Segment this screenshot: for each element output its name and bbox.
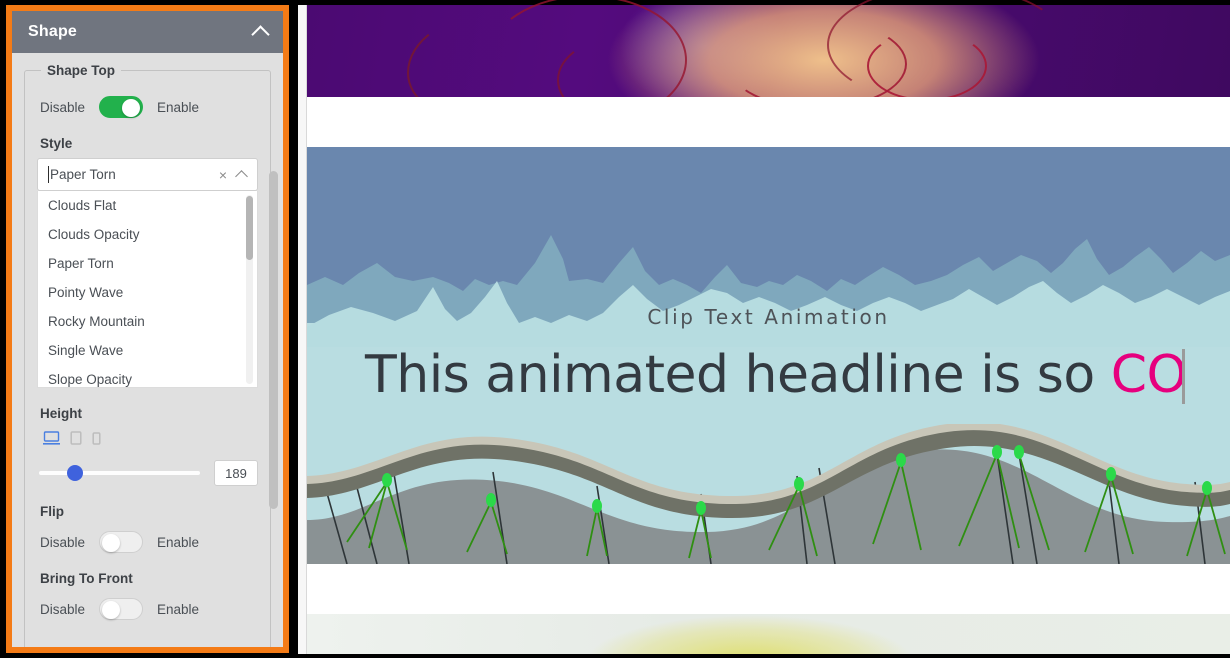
bring-to-front-enable-label: Enable	[157, 601, 200, 617]
shape-top-legend: Shape Top	[47, 63, 116, 78]
shape-top-toggle[interactable]	[99, 96, 144, 118]
device-selector	[43, 431, 258, 446]
flip-label: Flip	[40, 504, 64, 519]
headline-plain: This animated headline is so	[365, 345, 1111, 405]
desktop-icon[interactable]	[43, 431, 60, 446]
style-option[interactable]: Slope Opacity	[38, 365, 257, 387]
headline-accent: CO	[1110, 345, 1188, 405]
toggle-knob	[102, 601, 121, 619]
style-dropdown[interactable]: Clouds Flat Clouds Opacity Paper Torn Po…	[37, 191, 258, 388]
panel-header[interactable]: Shape	[12, 11, 283, 53]
shape-top-toggle-row: Disable Enable	[40, 96, 258, 118]
mobile-icon[interactable]	[92, 431, 101, 446]
bring-to-front-label: Bring To Front	[40, 571, 133, 586]
hero-headline: This animated headline is so CO	[365, 345, 1187, 405]
white-spacer-top	[307, 97, 1230, 147]
text-caret	[48, 166, 49, 183]
bridge-image	[307, 424, 1230, 564]
toggle-knob	[102, 534, 121, 552]
white-spacer-bottom	[307, 564, 1230, 614]
flip-enable-label: Enable	[157, 534, 200, 550]
style-select[interactable]: Paper Torn ×	[37, 158, 258, 191]
flip-toggle[interactable]	[99, 531, 144, 553]
style-option[interactable]: Pointy Wave	[38, 278, 257, 307]
preview-bottom-bar	[298, 654, 1230, 658]
hero-section: Clip Text Animation This animated headli…	[307, 147, 1230, 564]
shape-top-group: Shape Top Disable Enable Style Paper Tor…	[24, 63, 271, 647]
flip-disable-label: Disable	[40, 534, 86, 550]
bring-to-front-toggle[interactable]	[99, 598, 144, 620]
panel-scrollbar-thumb[interactable]	[269, 171, 278, 509]
dropdown-scrollbar-thumb[interactable]	[246, 196, 253, 260]
height-slider-row: 189	[39, 460, 258, 486]
style-option[interactable]: Clouds Opacity	[38, 220, 257, 249]
shape-top-enable-label: Enable	[157, 99, 200, 115]
style-label: Style	[40, 136, 73, 151]
slider-handle[interactable]	[67, 465, 83, 481]
bring-to-front-toggle-row: Disable Enable	[40, 598, 258, 620]
shape-settings-panel: Shape Shape Top Disable Enable Style Pap…	[6, 5, 289, 653]
panel-inner: Shape Shape Top Disable Enable Style Pap…	[12, 11, 283, 647]
shape-top-disable-label: Disable	[40, 99, 86, 115]
style-option[interactable]: Clouds Flat	[38, 191, 257, 220]
chevron-up-icon[interactable]	[235, 170, 248, 183]
height-value-input[interactable]: 189	[214, 460, 258, 486]
style-option[interactable]: Rocky Mountain	[38, 307, 257, 336]
chevron-up-icon[interactable]	[251, 24, 270, 44]
height-slider[interactable]	[39, 464, 200, 482]
page-preview: Clip Text Animation This animated headli…	[298, 0, 1230, 658]
slider-track	[39, 471, 200, 475]
hero-subtitle: Clip Text Animation	[647, 305, 890, 329]
height-label: Height	[40, 406, 82, 421]
panel-scrollbar-track[interactable]	[269, 59, 281, 637]
close-icon[interactable]: ×	[219, 168, 227, 182]
paint-texture-section	[307, 614, 1230, 654]
tablet-icon[interactable]	[70, 431, 82, 446]
style-option[interactable]: Single Wave	[38, 336, 257, 365]
style-select-value: Paper Torn	[50, 167, 116, 182]
panel-title: Shape	[28, 23, 78, 40]
screen: Shape Shape Top Disable Enable Style Pap…	[0, 0, 1230, 658]
toggle-knob	[122, 99, 141, 117]
flip-toggle-row: Disable Enable	[40, 531, 258, 553]
jellyfish-image-section	[307, 0, 1230, 125]
text-cursor	[1182, 349, 1185, 404]
bring-to-front-disable-label: Disable	[40, 601, 86, 617]
style-option[interactable]: Paper Torn	[38, 249, 257, 278]
panel-body: Shape Top Disable Enable Style Paper Tor…	[12, 53, 283, 647]
